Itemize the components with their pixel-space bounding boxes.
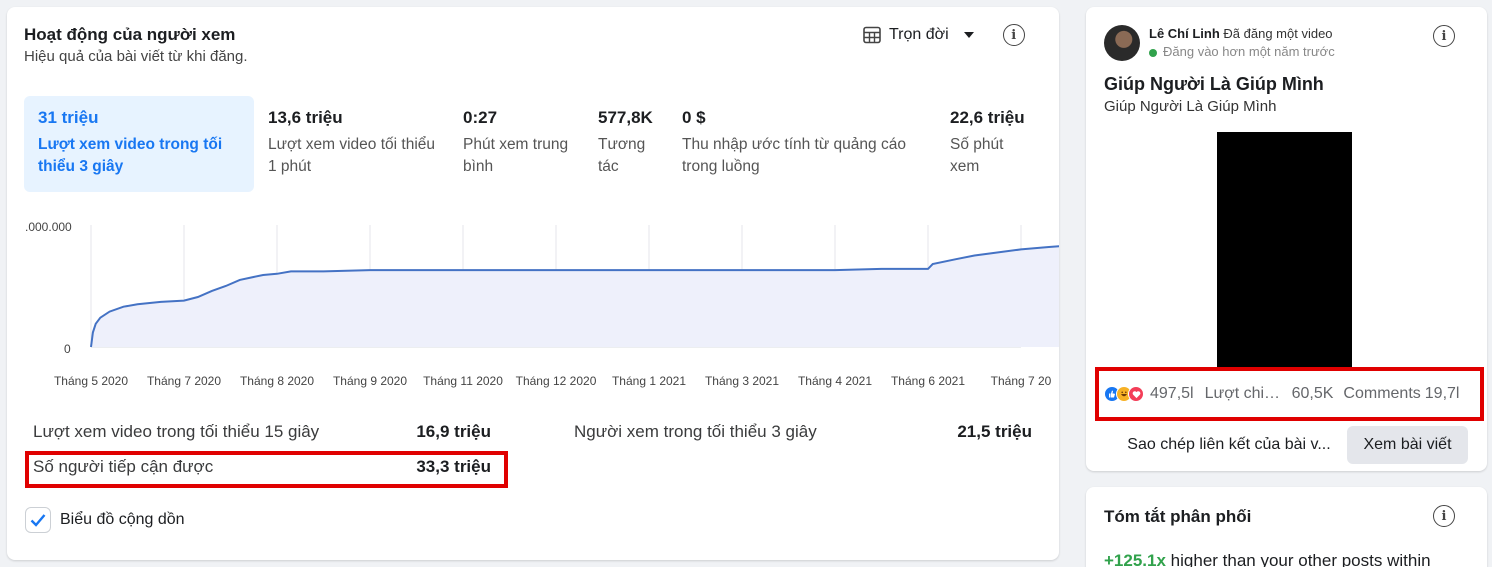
metric-value: 0:27 [463, 108, 498, 127]
x-tick-label: Tháng 6 2021 [891, 374, 965, 388]
x-tick-label: Tháng 8 2020 [240, 374, 314, 388]
distribution-title: Tóm tắt phân phối [1104, 507, 1252, 526]
metric-value: 22,6 triệu [950, 108, 1025, 127]
info-icon[interactable]: i [1433, 25, 1455, 47]
stat-views-15s: Lượt xem video trong tối thiểu 15 giây 1… [33, 422, 491, 442]
post-preview-card: Lê Chí Linh Đã đăng một video Đăng vào h… [1086, 7, 1487, 471]
distribution-body: higher than your other posts within [1170, 551, 1431, 567]
author-name[interactable]: Lê Chí Linh [1149, 26, 1220, 41]
period-dropdown[interactable]: Trọn đời i [863, 24, 1025, 46]
status-dot [1149, 48, 1157, 57]
highlight-box [25, 451, 508, 488]
x-tick-label: Tháng 3 2021 [705, 374, 779, 388]
metric-label: Lượt xem video trong tối thiểu 3 giây [38, 136, 223, 175]
period-label: Trọn đời [889, 26, 949, 43]
metric-value: 577,8K [598, 108, 653, 127]
info-icon[interactable]: i [1433, 505, 1455, 527]
post-title: Giúp Người Là Giúp Mình [1104, 74, 1324, 94]
metric-value: 13,6 triệu [268, 108, 343, 127]
x-tick-label: Tháng 1 2021 [612, 374, 686, 388]
x-tick-label: Tháng 5 2020 [54, 374, 128, 388]
stat-value: 16,9 triệu [416, 422, 491, 441]
stat-value: 21,5 triệu [957, 422, 1032, 441]
viewer-activity-card: Hoạt động của người xem Hiệu quả của bài… [7, 7, 1059, 560]
card-subtitle: Hiệu quả của bài viết từ khi đăng. [24, 48, 248, 65]
metric-label: Lượt xem video tối thiểu 1 phút [268, 136, 436, 175]
metric-label: Phút xem trung bình [463, 136, 569, 175]
distribution-text: +125.1x higher than your other posts wit… [1104, 551, 1431, 567]
x-tick-label: Tháng 12 2020 [516, 374, 597, 388]
table-icon [863, 26, 881, 44]
metric-value: 0 $ [682, 108, 706, 127]
view-post-button[interactable]: Xem bài viết [1347, 426, 1468, 464]
metric-label: Số phút xem [950, 136, 1004, 175]
series-area [91, 246, 1059, 347]
metric-views-1min[interactable]: 13,6 triệu Lượt xem video tối thiểu 1 ph… [254, 96, 449, 192]
views-chart: Tháng 5 2020 Tháng 7 2020 Tháng 8 2020 Thán… [54, 225, 1059, 388]
x-tick-label: Tháng 7 2020 [147, 374, 221, 388]
metric-label: Tương tác [598, 136, 646, 175]
x-tick-label: Tháng 7 20 [991, 374, 1052, 388]
caret-down-icon [963, 32, 974, 38]
metric-avg-watch[interactable]: 0:27 Phút xem trung bình [449, 96, 584, 192]
distribution-summary-card: Tóm tắt phân phối i +125.1x higher than … [1086, 487, 1487, 567]
stat-label: Người xem trong tối thiểu 3 giây [574, 422, 817, 441]
stat-viewers-3s: Người xem trong tối thiểu 3 giây 21,5 tr… [574, 422, 1032, 442]
cumulative-checkbox[interactable] [25, 507, 51, 533]
card-title: Hoạt động của người xem [24, 25, 236, 44]
checkmark-icon [30, 514, 46, 527]
video-thumbnail[interactable] [1217, 132, 1352, 367]
metric-label: Thu nhập ước tính từ quảng cáo trong luồ… [682, 136, 906, 175]
x-tick-label: Tháng 11 2020 [423, 374, 503, 388]
post-action: Đã đăng một video [1223, 26, 1333, 41]
post-time: Đăng vào hơn một năm trước [1149, 44, 1335, 59]
stat-label: Lượt xem video trong tối thiểu 15 giây [33, 422, 320, 441]
post-header: Lê Chí Linh Đã đăng một video [1149, 26, 1333, 41]
distribution-highlight: +125.1x [1104, 551, 1166, 567]
metric-value: 31 triệu [38, 108, 99, 127]
metric-engagement[interactable]: 577,8K Tương tác [584, 96, 668, 192]
x-tick-label: Tháng 4 2021 [798, 374, 872, 388]
copy-link-button[interactable]: Sao chép liên kết của bài v... [1104, 426, 1354, 464]
highlight-box [1095, 367, 1484, 421]
metric-minutes-viewed[interactable]: 22,6 triệu Số phút xem [936, 96, 1044, 192]
x-tick-label: Tháng 9 2020 [333, 374, 407, 388]
post-time-text: Đăng vào hơn một năm trước [1163, 44, 1335, 59]
checkbox-label: Biểu đồ cộng dồn [60, 511, 185, 528]
post-description: Giúp Người Là Giúp Mình [1104, 98, 1277, 115]
metric-ad-earnings[interactable]: 0 $ Thu nhập ước tính từ quảng cáo trong… [668, 96, 936, 192]
metric-views-3s[interactable]: 31 triệu Lượt xem video trong tối thiểu … [24, 96, 254, 192]
avatar[interactable] [1104, 25, 1140, 61]
info-icon[interactable]: i [1002, 24, 1025, 46]
